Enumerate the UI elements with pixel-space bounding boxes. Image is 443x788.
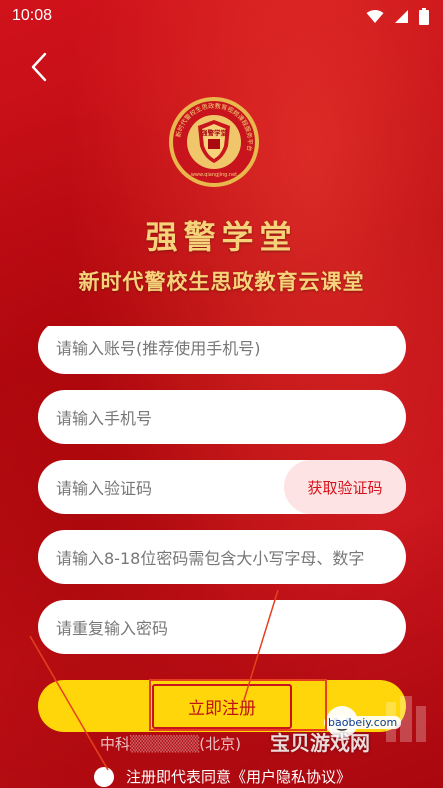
signal-icon <box>395 9 408 23</box>
verification-code-input[interactable]: 请输入验证码 获取验证码 <box>38 460 406 514</box>
password-placeholder: 请输入8-18位密码需包含大小写字母、数字 <box>56 549 365 568</box>
watermark-title: 宝贝游戏网 <box>270 731 370 755</box>
wifi-icon <box>366 9 384 23</box>
account-placeholder: 请输入账号(推荐使用手机号) <box>56 339 261 358</box>
company-text: 中科▒▒▒▒▒▒(北京) <box>100 735 241 753</box>
brand-title: 强警学堂 <box>145 218 298 256</box>
register-button-label: 立即注册 <box>152 683 292 729</box>
register-form: 请输入账号(推荐使用手机号) 请输入手机号 请输入验证码 获取验证码 请输入8-… <box>0 326 443 666</box>
phone-placeholder: 请输入手机号 <box>56 409 153 428</box>
battery-icon <box>419 7 429 25</box>
company-text-head: 中科 <box>100 735 131 753</box>
brand-subtitle: 新时代警校生思政教育云课堂 <box>78 269 365 294</box>
account-input[interactable]: 请输入账号(推荐使用手机号) <box>38 326 406 374</box>
status-icons <box>366 7 429 25</box>
chevron-left-icon <box>31 52 47 82</box>
get-code-button[interactable]: 获取验证码 <box>284 460 406 514</box>
police-academy-emblem-icon: 新时代警校生思政教育视频课程服务平台 强警学堂 www.qiangjing.ne… <box>169 97 259 187</box>
agreement-checkbox[interactable] <box>94 766 114 787</box>
agreement-row: 注册即代表同意《用户隐私协议》 <box>94 766 351 787</box>
status-bar: 10:08 <box>0 0 443 32</box>
agreement-text[interactable]: 注册即代表同意《用户隐私协议》 <box>126 766 351 787</box>
status-time: 10:08 <box>12 7 53 24</box>
back-button[interactable] <box>22 50 56 84</box>
password-input[interactable]: 请输入8-18位密码需包含大小写字母、数字 <box>38 530 406 584</box>
svg-text:强警学堂: 强警学堂 <box>201 128 228 137</box>
confirm-password-input[interactable]: 请重复输入密码 <box>38 600 406 654</box>
code-placeholder: 请输入验证码 <box>56 479 153 498</box>
confirm-password-placeholder: 请重复输入密码 <box>56 619 169 638</box>
company-text-tail: (北京) <box>199 735 241 753</box>
svg-text:www.qiangjing.net: www.qiangjing.net <box>191 172 237 178</box>
phone-input[interactable]: 请输入手机号 <box>38 390 406 444</box>
